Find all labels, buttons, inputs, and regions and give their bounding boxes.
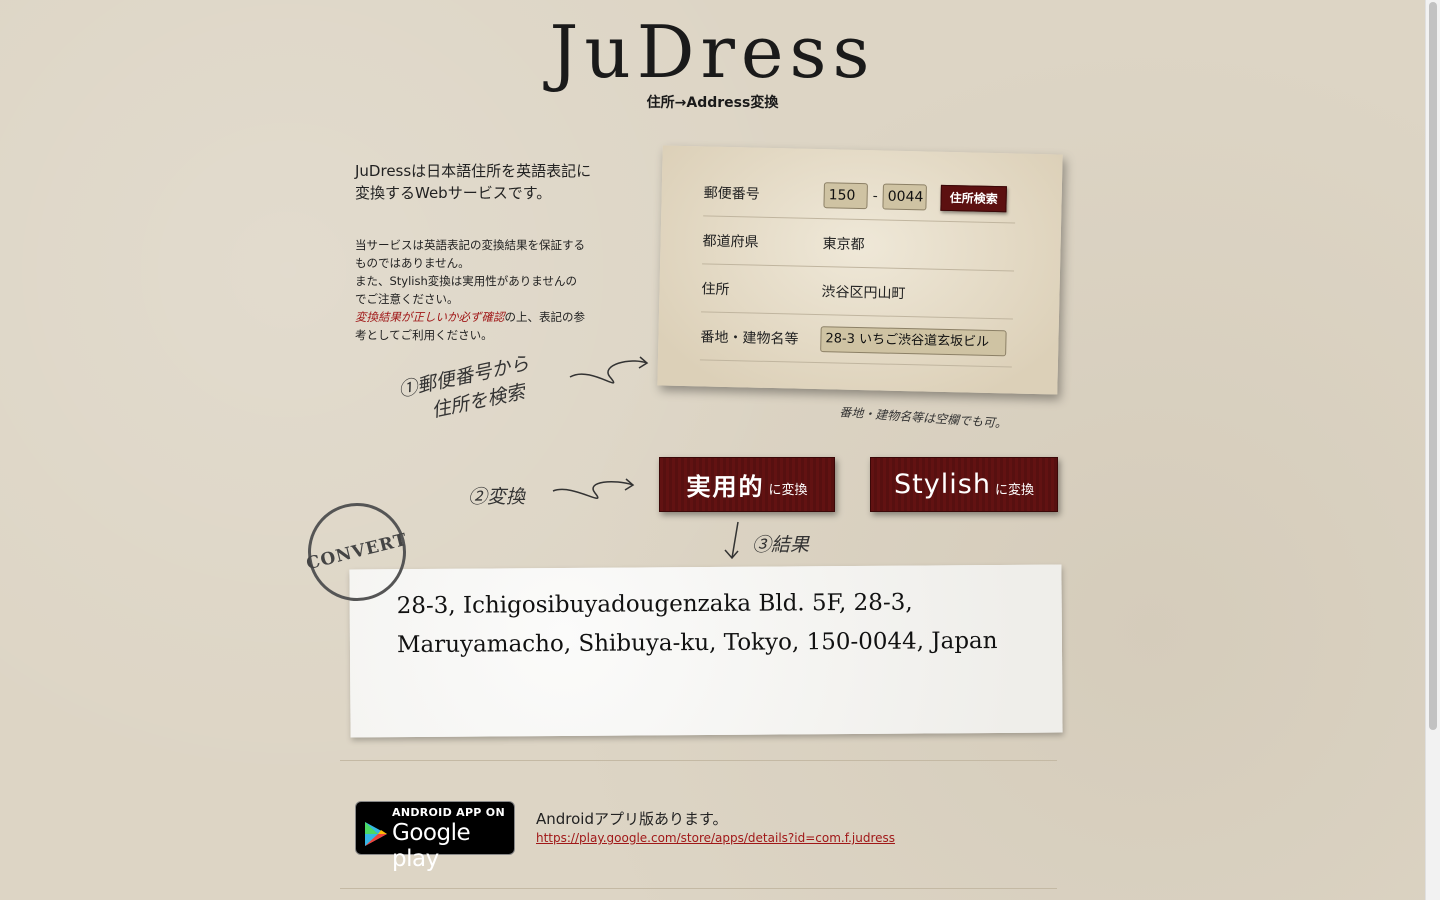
stylish-button-sub: に変換 [994, 483, 1034, 498]
disclaimer-line: 当サービスは英語表記の変換結果を保証する [355, 238, 585, 252]
scrollbar[interactable] [1425, 0, 1440, 900]
disclaimer: 当サービスは英語表記の変換結果を保証する ものではありません。 また、Styli… [355, 236, 605, 344]
disclaimer-line: ものではありません。 [355, 256, 470, 270]
postal-code-separator: - [872, 187, 878, 204]
disclaimer-fragment: の上、表記の参 [504, 310, 586, 324]
scrollbar-thumb[interactable] [1429, 2, 1437, 730]
step3-arrow-icon [724, 521, 739, 560]
google-play-badge[interactable]: ANDROID APP ON Google play [355, 801, 515, 872]
intro-line: JuDressは日本語住所を英語表記に [355, 162, 592, 180]
postal-code-row: 郵便番号 150 - 0044 住所検索 [703, 168, 1017, 224]
intro-line: 変換するWebサービスです。 [355, 184, 552, 202]
disclaimer-line: でご注意ください。 [355, 292, 459, 306]
intro-text: JuDressは日本語住所を英語表記に 変換するWebサービスです。 [355, 160, 605, 204]
tagline: 住所→Address変換 [646, 95, 779, 111]
practical-button-main: 実用的 [686, 472, 765, 501]
step1-arrow-icon [569, 356, 649, 384]
step2-arrow-icon [552, 478, 635, 499]
badge-bottom-text: Google play [392, 820, 471, 872]
building-input[interactable]: 28-3 いちご渋谷道玄坂ビル [820, 325, 1007, 356]
warning-text: 変換結果が正しいか必ず確認 [355, 310, 505, 324]
address-search-button[interactable]: 住所検索 [940, 184, 1008, 212]
address-row: 住所 渋谷区円山町 [700, 264, 1015, 320]
postal-code-first-input[interactable]: 150 [823, 181, 868, 209]
building-input-wrap: 28-3 いちご渋谷道玄坂ビル [820, 325, 1013, 356]
badge-top-text: ANDROID APP ON [392, 806, 505, 819]
divider [340, 760, 1057, 761]
address-form-card: 郵便番号 150 - 0044 住所検索 都道府県 東京都 住所 渋谷区円山町 … [657, 145, 1063, 395]
postal-code-inputs: 150 - 0044 住所検索 [823, 181, 1016, 212]
practical-convert-button[interactable]: 実用的 に変換 [659, 457, 835, 512]
prefecture-label: 都道府県 [702, 232, 759, 251]
step3-handwriting: ③結果 [752, 534, 810, 556]
divider [340, 888, 1057, 889]
address-label: 住所 [701, 280, 730, 298]
result-line: Maruyamacho, Shibuya-ku, Tokyo, 150-0044… [396, 627, 998, 659]
building-label: 番地・建物名等 [700, 328, 799, 348]
result-line: 28-3, Ichigosibuyadougenzaka Bld. 5F, 28… [396, 589, 913, 620]
result-panel: 28-3, Ichigosibuyadougenzaka Bld. 5F, 28… [349, 564, 1063, 738]
step1-handwriting: ①郵便番号から 住所を検索 [396, 350, 537, 430]
prefecture-row: 都道府県 東京都 [702, 216, 1016, 272]
prefecture-value: 東京都 [822, 235, 865, 253]
disclaimer-line: 変換結果が正しいか必ず確認の上、表記の参 [355, 308, 605, 326]
logo[interactable]: JuDress [0, 8, 1425, 96]
postal-code-label: 郵便番号 [703, 184, 760, 203]
building-optional-note: 番地・建物名等は空欄でも可。 [838, 404, 1008, 431]
result-address[interactable]: 28-3, Ichigosibuyadougenzaka Bld. 5F, 28… [397, 583, 1048, 666]
building-row: 番地・建物名等 28-3 いちご渋谷道玄坂ビル [699, 312, 1013, 368]
practical-button-sub: に変換 [768, 483, 808, 498]
address-value: 渋谷区円山町 [821, 283, 906, 302]
stylish-convert-button[interactable]: Stylish に変換 [870, 457, 1058, 512]
postal-code-second-input[interactable]: 0044 [882, 183, 928, 210]
google-play-link[interactable]: https://play.google.com/store/apps/detai… [536, 831, 895, 845]
disclaimer-line: また、Stylish変換は実用性がありませんの [355, 274, 577, 288]
disclaimer-line: 考としてご利用ください。 [355, 328, 493, 342]
android-app-text: Androidアプリ版あります。 [536, 810, 728, 828]
step2-handwriting: ②変換 [468, 486, 526, 508]
google-play-icon [365, 822, 387, 846]
stylish-button-main: Stylish [894, 469, 991, 500]
